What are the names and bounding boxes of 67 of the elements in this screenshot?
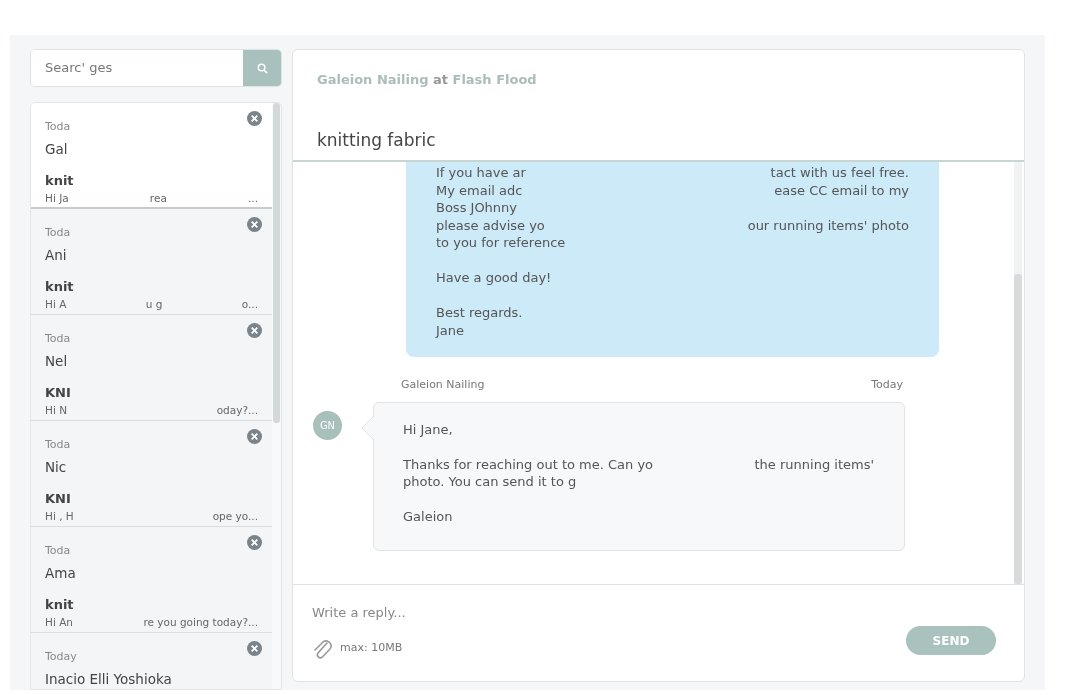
size-limit: max: 10MB xyxy=(340,640,403,657)
conversation-item[interactable]: Today Inacio Elli Yoshioka xyxy=(31,633,272,689)
contact-name: Inacio Elli Yoshioka xyxy=(45,671,172,687)
scrollbar[interactable] xyxy=(1014,274,1022,584)
close-icon[interactable] xyxy=(247,217,262,232)
message-text: My email adc xyxy=(436,181,523,199)
contact-name: Nic xyxy=(45,459,67,475)
message-preview: rea xyxy=(149,190,167,206)
close-icon[interactable] xyxy=(247,323,262,338)
message-text: If you have ar xyxy=(436,164,526,182)
conversation-subject: knit xyxy=(45,278,75,297)
thread-header: Galeion Nailing at Flash Flood xyxy=(317,71,538,89)
search-icon xyxy=(256,62,268,74)
conversation-date: Toda xyxy=(45,226,71,239)
conversation-date: Today xyxy=(45,650,77,663)
conversation-subject: KNI xyxy=(45,490,72,509)
message-text: Best regards. xyxy=(436,304,523,322)
message-preview: ope yo... xyxy=(212,508,258,524)
conversation-date: Toda xyxy=(45,544,71,557)
close-icon[interactable] xyxy=(247,535,262,550)
thread-subject: knitting fabric xyxy=(317,128,437,152)
message-preview: u g xyxy=(145,296,163,312)
message-text: Galeion xyxy=(403,508,453,526)
conversation-date: Toda xyxy=(45,438,71,451)
conversation-date: Toda xyxy=(45,120,71,133)
message-text: Boss JOhnny xyxy=(436,199,518,217)
message-preview: Hi An xyxy=(45,614,73,630)
conversation-item[interactable]: Toda Nic KNI Hi , H ope yo... xyxy=(31,421,272,527)
message-text: please advise yo xyxy=(436,216,545,234)
close-icon[interactable] xyxy=(247,429,262,444)
message-preview: Hi Ja xyxy=(45,190,69,206)
message-text: Jane xyxy=(436,321,465,339)
message-preview: Hi A xyxy=(45,296,67,312)
conversation-subject: knit xyxy=(45,596,75,615)
close-icon[interactable] xyxy=(247,111,262,126)
close-icon[interactable] xyxy=(247,641,262,656)
contact-name: Nel xyxy=(45,353,68,369)
conversation-item[interactable]: Toda Gal knit Hi Ja rea ... xyxy=(31,103,272,209)
scrollbar[interactable] xyxy=(273,103,280,423)
conversation-item[interactable]: Toda Ama knit Hi An re you going today?... xyxy=(31,527,272,633)
message-text: tact with us feel free. xyxy=(770,164,909,182)
conversation-subject: KNI xyxy=(45,384,72,403)
conversation-item[interactable]: Toda Ani knit Hi A u g o... xyxy=(31,209,272,315)
avatar: GN xyxy=(313,410,342,440)
contact-name: Gal xyxy=(45,141,68,157)
message-text: Have a good day! xyxy=(436,269,552,287)
message-preview: o... xyxy=(241,296,258,312)
message-preview: Hi , H xyxy=(45,508,74,524)
conversation-subject: knit xyxy=(45,172,75,191)
message-preview: ... xyxy=(248,190,258,206)
message-time: Today xyxy=(871,377,903,393)
search-field[interactable]: Searc' ges xyxy=(30,49,282,87)
message-text: to you for reference xyxy=(436,234,566,252)
message-text: Thanks for reaching out to me. Can yo xyxy=(403,455,654,473)
message-preview: re you going today?... xyxy=(143,614,258,630)
contact-name: Ani xyxy=(45,247,67,263)
conversation-date: Toda xyxy=(45,332,71,345)
sender-name: Galeion Nailing xyxy=(401,377,485,393)
contact-name: Ama xyxy=(45,565,76,581)
message-preview: oday?... xyxy=(216,402,258,418)
message-text: our running items' photo xyxy=(747,216,909,234)
message-text: photo. You can send it to g xyxy=(403,473,577,491)
message-text: Hi Jane, xyxy=(403,420,453,438)
message-text: ease CC email to my xyxy=(774,181,909,199)
conversation-item[interactable]: Toda Nel KNI Hi N oday?... xyxy=(31,315,272,421)
message-text: the running items' xyxy=(754,455,874,473)
message-preview: Hi N xyxy=(45,402,67,418)
